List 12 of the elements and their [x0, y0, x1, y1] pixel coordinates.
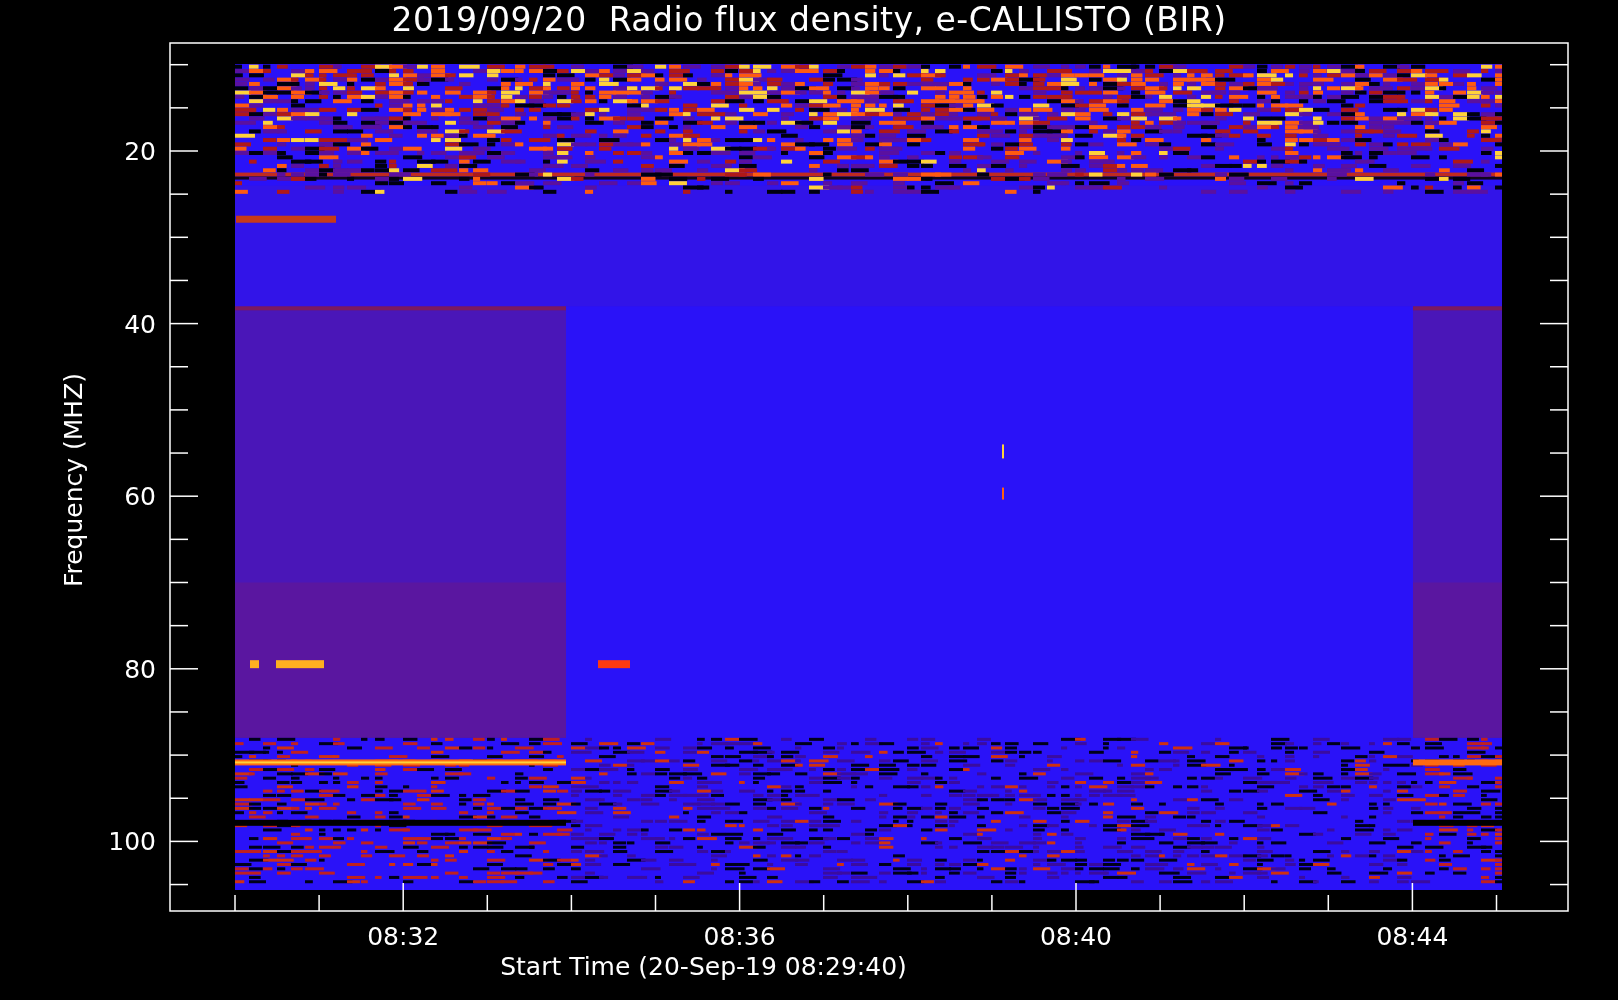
y-tick-label: 100 [108, 827, 156, 857]
y-tick-label: 40 [124, 309, 156, 339]
y-tick-label: 20 [124, 137, 156, 166]
y-axis-label: Frequency (MHZ) [59, 372, 88, 588]
chart-title: 2019/09/20 Radio flux density, e-CALLISTO (BIR) [391, 0, 1227, 40]
x-tick-label: 08:32 [367, 922, 440, 951]
x-tick-label: 08:40 [1040, 922, 1112, 951]
x-tick-label: 08:36 [703, 922, 776, 951]
y-tick-label: 60 [124, 482, 156, 512]
y-tick-label: 80 [124, 654, 156, 684]
x-axis-label: Start Time (20-Sep-19 08:29:40) [500, 952, 907, 981]
x-tick-label: 08:44 [1376, 922, 1449, 951]
